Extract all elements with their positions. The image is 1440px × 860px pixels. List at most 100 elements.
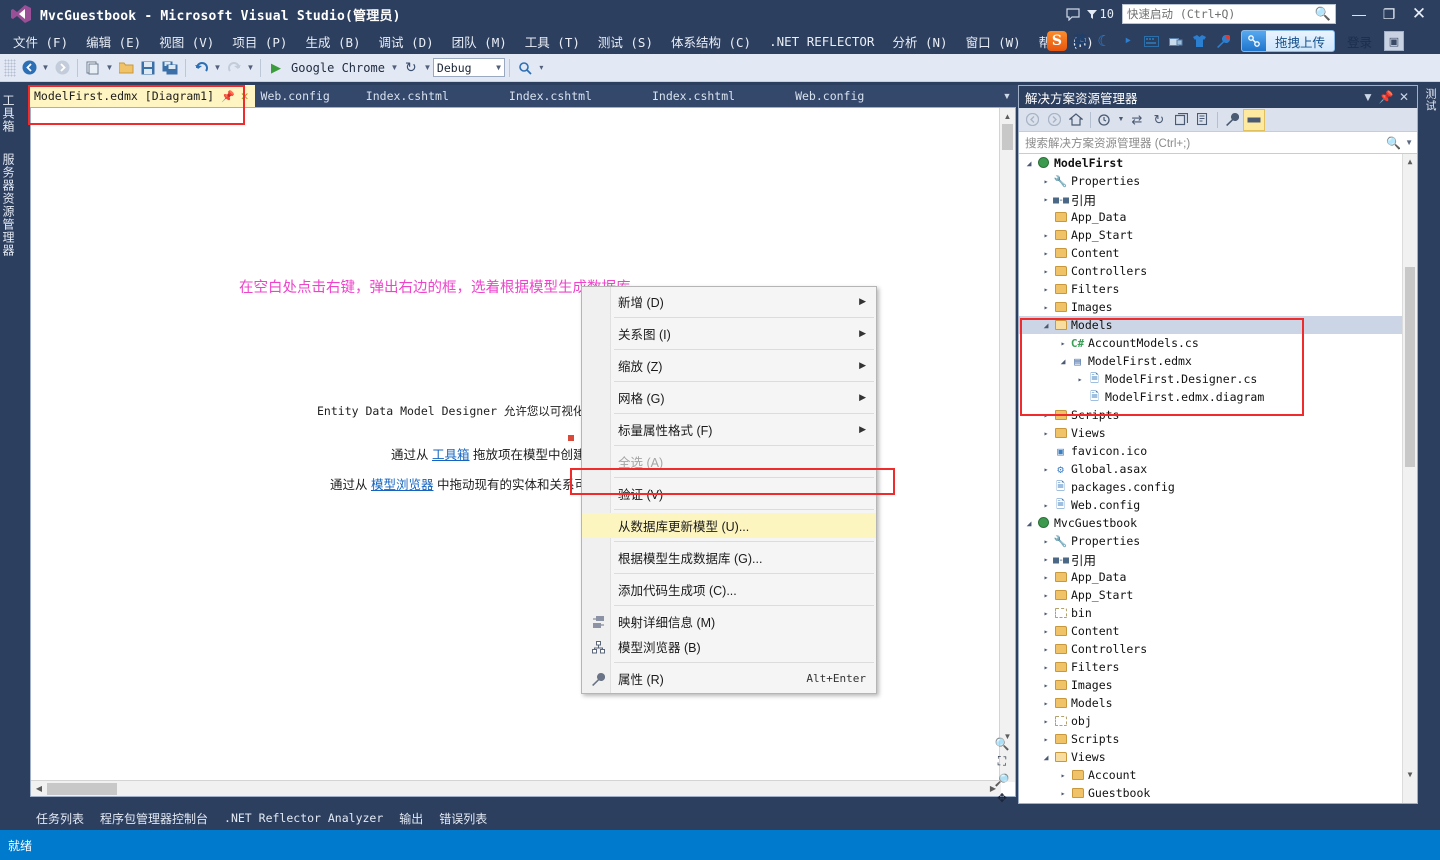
start-debug-target-label[interactable]: Google Chrome xyxy=(287,61,389,75)
refresh-icon[interactable]: ↻ xyxy=(1148,109,1170,131)
expander-expand-icon[interactable]: ▸ xyxy=(1040,429,1052,438)
expander-expand-icon[interactable]: ▸ xyxy=(1057,789,1069,798)
new-item-dropdown[interactable]: ▼ xyxy=(104,57,115,79)
chevron-down-icon[interactable]: ▼ xyxy=(1359,90,1377,104)
skin-icon[interactable] xyxy=(1189,30,1211,52)
tree-item-app-start[interactable]: ▸ App_Start xyxy=(1019,586,1417,604)
start-debug-icon[interactable]: ▶ xyxy=(265,57,287,79)
expander-expand-icon[interactable]: ▸ xyxy=(1040,195,1052,204)
scroll-left-icon[interactable]: ◀ xyxy=(31,784,47,793)
redo-icon[interactable] xyxy=(223,57,245,79)
expander-collapse-icon[interactable]: ◢ xyxy=(1040,321,1052,330)
tree-item-content[interactable]: ▸ Content xyxy=(1019,622,1417,640)
expander-collapse-icon[interactable]: ◢ xyxy=(1040,753,1052,762)
expander-expand-icon[interactable]: ▸ xyxy=(1040,591,1052,600)
keyboard-icon[interactable] xyxy=(1141,30,1163,52)
pan-icon[interactable]: ✥ xyxy=(989,789,1015,806)
expander-expand-icon[interactable]: ▸ xyxy=(1040,645,1052,654)
sidebar-tab-toolbox[interactable]: 工具箱 xyxy=(0,86,17,141)
menu-item-architecture[interactable]: 体系结构 (C) xyxy=(662,30,760,53)
document-tab-web-config-2[interactable]: Web.config xyxy=(765,85,894,107)
save-icon[interactable] xyxy=(137,57,159,79)
bottom-tab-net-reflector-analyzer[interactable]: .NET Reflector Analyzer xyxy=(216,811,391,825)
expander-expand-icon[interactable]: ▸ xyxy=(1074,375,1086,384)
undo-dropdown[interactable]: ▼ xyxy=(212,57,223,79)
expander-expand-icon[interactable]: ▸ xyxy=(1040,717,1052,726)
sidebar-tab-server-explorer[interactable]: 服务器资源管理器 xyxy=(0,145,17,265)
menu-item-view[interactable]: 视图 (V) xyxy=(150,30,223,53)
tree-item-models[interactable]: ▸ Models xyxy=(1019,694,1417,712)
tree-item-app-start[interactable]: ▸ App_Start xyxy=(1019,226,1417,244)
expander-expand-icon[interactable]: ▸ xyxy=(1040,627,1052,636)
zoom-fit-icon[interactable]: ⛶ xyxy=(989,753,1015,770)
tree-item-packages-config[interactable]: 🗎 packages.config xyxy=(1019,478,1417,496)
menu-item-net-reflector[interactable]: .NET REFLECTOR xyxy=(760,32,883,51)
zoom-out-icon[interactable]: 🔎 xyxy=(989,771,1015,788)
start-debug-dropdown[interactable]: ▼ xyxy=(389,57,400,79)
sync-icon[interactable]: ⇄ xyxy=(1126,109,1148,131)
new-item-icon[interactable] xyxy=(82,57,104,79)
tree-item-obj[interactable]: ▸ obj xyxy=(1019,712,1417,730)
expander-expand-icon[interactable]: ▸ xyxy=(1040,735,1052,744)
bottom-tab-package-manager-console[interactable]: 程序包管理器控制台 xyxy=(92,810,216,827)
menu-item-analyze[interactable]: 分析 (N) xyxy=(883,30,956,53)
designer-vertical-scrollbar[interactable]: ▲ ▼ xyxy=(999,108,1015,782)
menu-item-file[interactable]: 文件 (F) xyxy=(4,30,77,53)
tree-item-web-config[interactable]: ▸ 🗎 Web.config xyxy=(1019,496,1417,514)
menu-item-team[interactable]: 团队 (M) xyxy=(443,30,516,53)
tree-item-accountmodels-cs[interactable]: ▸ C# AccountModels.cs xyxy=(1019,334,1417,352)
context-menu-item-validate[interactable]: 验证 (V) xyxy=(582,481,876,506)
solution-explorer-tree[interactable]: ◢ ModelFirst ▸ 🔧 Properties ▸ ■-■ 引用 App_Data ▸ Ap… xyxy=(1019,154,1417,803)
close-button[interactable]: ✕ xyxy=(1404,1,1434,27)
solution-explorer-search-input[interactable]: 搜索解决方案资源管理器 (Ctrl+;) 🔍 ▼ xyxy=(1019,132,1417,154)
redo-dropdown[interactable]: ▼ xyxy=(245,57,256,79)
expander-expand-icon[interactable]: ▸ xyxy=(1040,267,1052,276)
expander-expand-icon[interactable]: ▸ xyxy=(1040,663,1052,672)
tree-item-views[interactable]: ◢ Views xyxy=(1019,748,1417,766)
expander-expand-icon[interactable]: ▸ xyxy=(1057,771,1069,780)
navigate-back-icon[interactable] xyxy=(18,57,40,79)
expander-expand-icon[interactable]: ▸ xyxy=(1040,555,1052,564)
menu-item-build[interactable]: 生成 (B) xyxy=(296,30,369,53)
moon-icon[interactable]: ☾ xyxy=(1093,30,1115,52)
context-menu-item-model-browser[interactable]: 模型浏览器 (B) xyxy=(582,634,876,659)
collapse-all-icon[interactable] xyxy=(1170,109,1192,131)
context-menu-item-generate-database-from-model[interactable]: 根据模型生成数据库 (G)... xyxy=(582,545,876,570)
ime-mode-button[interactable]: 英 xyxy=(1069,30,1091,52)
menu-item-edit[interactable]: 编辑 (E) xyxy=(77,30,150,53)
sogou-logo-icon[interactable]: S xyxy=(1046,31,1067,51)
tree-item-content[interactable]: ▸ Content xyxy=(1019,244,1417,262)
tree-item-app-data[interactable]: App_Data xyxy=(1019,208,1417,226)
expander-expand-icon[interactable]: ▸ xyxy=(1040,501,1052,510)
context-menu-item-properties[interactable]: 属性 (R) Alt+Enter xyxy=(582,666,876,691)
expander-expand-icon[interactable]: ▸ xyxy=(1040,285,1052,294)
close-icon[interactable]: ✕ xyxy=(241,89,249,104)
comma-icon[interactable]: ‣ xyxy=(1117,30,1139,52)
toolbar-overflow-icon[interactable]: ▾ xyxy=(536,57,547,79)
tree-item-properties[interactable]: ▸ 🔧 Properties xyxy=(1019,172,1417,190)
document-tab-modelfirst-edmx[interactable]: ModelFirst.edmx [Diagram1] 📌 ✕ xyxy=(28,85,255,107)
document-tab-index-cshtml-3[interactable]: Index.cshtml xyxy=(622,85,765,107)
nav-back-icon[interactable] xyxy=(1021,109,1043,131)
tree-item-properties[interactable]: ▸ 🔧 Properties xyxy=(1019,532,1417,550)
tree-item-filters[interactable]: ▸ Filters xyxy=(1019,280,1417,298)
context-menu-item-zoom[interactable]: 缩放 (Z) ▶ xyxy=(582,353,876,378)
scroll-up-icon[interactable]: ▲ xyxy=(1000,108,1015,124)
sidebar-tab-test[interactable]: 测试 xyxy=(1422,82,1438,118)
bottom-tab-task-list[interactable]: 任务列表 xyxy=(28,810,92,827)
nav-forward-icon[interactable] xyxy=(1043,109,1065,131)
show-all-files-icon[interactable] xyxy=(1192,109,1214,131)
expander-expand-icon[interactable]: ▸ xyxy=(1040,249,1052,258)
solution-configuration-select[interactable]: Debug ▼ xyxy=(432,58,505,77)
tray-icon[interactable]: ▣ xyxy=(1384,31,1404,51)
drag-upload-button[interactable]: 拖拽上传 xyxy=(1240,30,1335,52)
refresh-icon[interactable]: ↻ xyxy=(400,57,422,79)
tree-item-mvcguestbook[interactable]: ◢ MvcGuestbook xyxy=(1019,514,1417,532)
close-icon[interactable]: ✕ xyxy=(1395,90,1413,104)
home-icon[interactable] xyxy=(1065,109,1087,131)
context-menu-item-diagram[interactable]: 关系图 (I) ▶ xyxy=(582,321,876,346)
menu-item-window[interactable]: 窗口 (W) xyxy=(957,30,1030,53)
tree-item-bin[interactable]: ▸ bin xyxy=(1019,604,1417,622)
toolbar-grip-icon[interactable] xyxy=(4,58,16,77)
restore-button[interactable]: ❐ xyxy=(1374,1,1404,27)
